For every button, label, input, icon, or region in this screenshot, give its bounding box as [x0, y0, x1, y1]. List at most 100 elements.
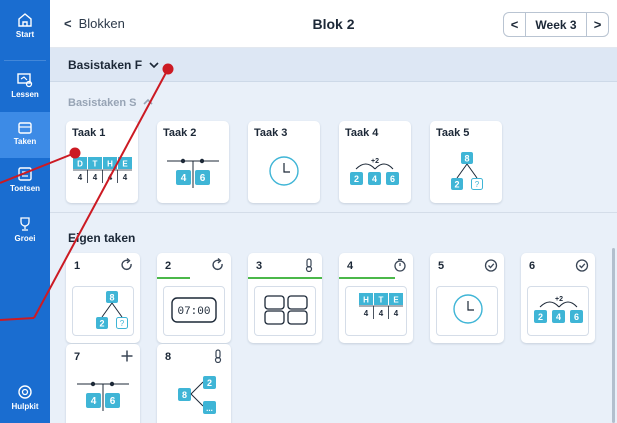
number-tile: 4	[372, 174, 377, 184]
sidebar: Start Lessen Taken Toetsen Groei Hulpkit	[0, 0, 50, 423]
custom-task-card-7[interactable]: 7 4 6	[66, 344, 140, 423]
custom-task-card-3[interactable]: 3	[248, 253, 322, 343]
prev-week-button[interactable]: <	[504, 13, 526, 36]
number-tile: 6	[574, 312, 579, 322]
pv-digit: 4	[364, 309, 369, 318]
tree-left: 2	[454, 180, 459, 190]
custom-task-card-4[interactable]: 4 H T E 4 4 4	[339, 253, 413, 343]
number-tile: 6	[390, 174, 395, 184]
week-label: Week 3	[535, 17, 577, 32]
number-tile: 4	[91, 396, 97, 407]
tree-top: 2	[207, 378, 212, 388]
week-selector: < Week 3 >	[503, 12, 609, 37]
digital-time: 07:00	[177, 306, 210, 318]
sidebar-item-toetsen[interactable]: Toetsen	[0, 166, 50, 208]
section-basistaken-s[interactable]: Basistaken S	[68, 97, 153, 109]
task-number: 8	[165, 351, 172, 363]
repeat-icon[interactable]	[120, 258, 134, 272]
tree-root: 8	[182, 390, 187, 400]
task-number: 3	[256, 260, 263, 272]
section-divider	[50, 212, 617, 213]
timer-icon[interactable]	[393, 258, 407, 272]
progress-bar	[248, 277, 322, 279]
sidebar-item-label: Hulpkit	[11, 402, 39, 411]
number-tile: 2	[354, 174, 359, 184]
home-icon	[18, 13, 32, 27]
custom-task-card-5[interactable]: 5	[430, 253, 504, 343]
jump-label: +2	[555, 296, 563, 303]
tree-bottom: ...	[206, 404, 213, 413]
progress-bar	[339, 277, 395, 279]
custom-task-card-1[interactable]: 1 8 2 ?	[66, 253, 140, 343]
header: < Blokken Blok 2 < Week 3 >	[50, 0, 617, 48]
next-week-button[interactable]: >	[586, 13, 608, 36]
pv-header: H	[363, 296, 369, 305]
sidebar-item-lessen[interactable]: Lessen	[0, 66, 50, 106]
section-basistaken-s-label: Basistaken S	[68, 97, 137, 109]
four-boxes-icon	[264, 295, 308, 325]
tree-top: 8	[109, 293, 114, 303]
custom-task-card-2[interactable]: 2 07:00	[157, 253, 231, 343]
split-tree-icon: 8 2 ?	[451, 152, 483, 190]
pv-header: H	[107, 160, 113, 169]
task-card-taak-3[interactable]: Taak 3	[248, 121, 320, 203]
pv-digit: 4	[108, 173, 113, 182]
number-line-icon: 4 6	[77, 381, 129, 411]
task-card-taak-4[interactable]: Taak 4 +2 2 4 6	[339, 121, 411, 203]
pv-digit: 4	[394, 309, 399, 318]
sidebar-item-label: Lessen	[11, 90, 39, 99]
check-circle-icon[interactable]	[575, 258, 589, 272]
split-tree-left-icon: 8 2 ...	[178, 376, 216, 414]
task-card-title: Taak 5	[436, 127, 470, 139]
sidebar-item-groei[interactable]: Groei	[0, 216, 50, 258]
task-card-title: Taak 2	[163, 127, 197, 139]
clock-icon	[453, 294, 483, 324]
task-number: 6	[529, 260, 536, 272]
thermometer-icon[interactable]	[211, 349, 225, 363]
number-tile: 6	[200, 173, 206, 184]
lessons-icon	[17, 73, 33, 88]
repeat-icon[interactable]	[211, 258, 225, 272]
lifebuoy-icon	[18, 385, 32, 399]
number-tile: 6	[110, 396, 116, 407]
place-value-grid-icon: D T H E 4 4 4 4	[73, 157, 132, 183]
sidebar-item-taken[interactable]: Taken	[0, 112, 50, 158]
section-basistaken-f-label: Basistaken F	[68, 58, 159, 72]
task-card-title: Taak 3	[254, 127, 288, 139]
task-card-taak-2[interactable]: Taak 2 4 6	[157, 121, 229, 203]
custom-task-card-6[interactable]: 6 +2 2 4 6	[521, 253, 595, 343]
task-card-taak-5[interactable]: Taak 5 8 2 ?	[430, 121, 502, 203]
plus-icon[interactable]	[120, 349, 134, 363]
task-number: 5	[438, 260, 445, 272]
tree-top: 8	[464, 154, 469, 164]
sidebar-item-start[interactable]: Start	[0, 12, 50, 54]
sidebar-item-label: Toetsen	[9, 184, 41, 193]
tests-icon	[18, 167, 32, 181]
task-card-taak-1[interactable]: Taak 1 D T H E 4 4 4 4	[66, 121, 138, 203]
sidebar-divider	[4, 60, 46, 61]
check-circle-icon[interactable]	[484, 258, 498, 272]
split-tree-icon: 8 2 ?	[96, 291, 128, 329]
jump-label: +2	[371, 158, 379, 165]
custom-task-card-8[interactable]: 8 8 2 ...	[157, 344, 231, 423]
section-basistaken-f[interactable]: Basistaken F	[50, 48, 617, 82]
number-jump-icon: +2 2 4 6	[534, 296, 583, 323]
number-tile: 2	[538, 312, 543, 322]
scrollbar[interactable]	[612, 248, 615, 423]
task-card-title: Taak 4	[345, 127, 379, 139]
place-value-grid-icon: H T E 4 4 4	[359, 293, 403, 319]
pv-header: T	[379, 296, 384, 305]
main-content: Basistaken F Basistaken S Taak 1 D T H E…	[50, 48, 617, 423]
trophy-icon	[20, 217, 30, 231]
pv-header: E	[393, 296, 399, 305]
sidebar-item-hulpkit[interactable]: Hulpkit	[0, 384, 50, 422]
tree-left: 2	[99, 319, 104, 329]
clock-icon	[269, 156, 299, 186]
pv-header: E	[122, 160, 128, 169]
task-number: 1	[74, 260, 81, 272]
task-number: 7	[74, 351, 81, 363]
sidebar-item-label: Groei	[14, 234, 36, 243]
thermometer-icon[interactable]	[302, 258, 316, 272]
section-eigen-taken: Eigen taken	[68, 231, 136, 245]
number-tile: 4	[181, 173, 187, 184]
